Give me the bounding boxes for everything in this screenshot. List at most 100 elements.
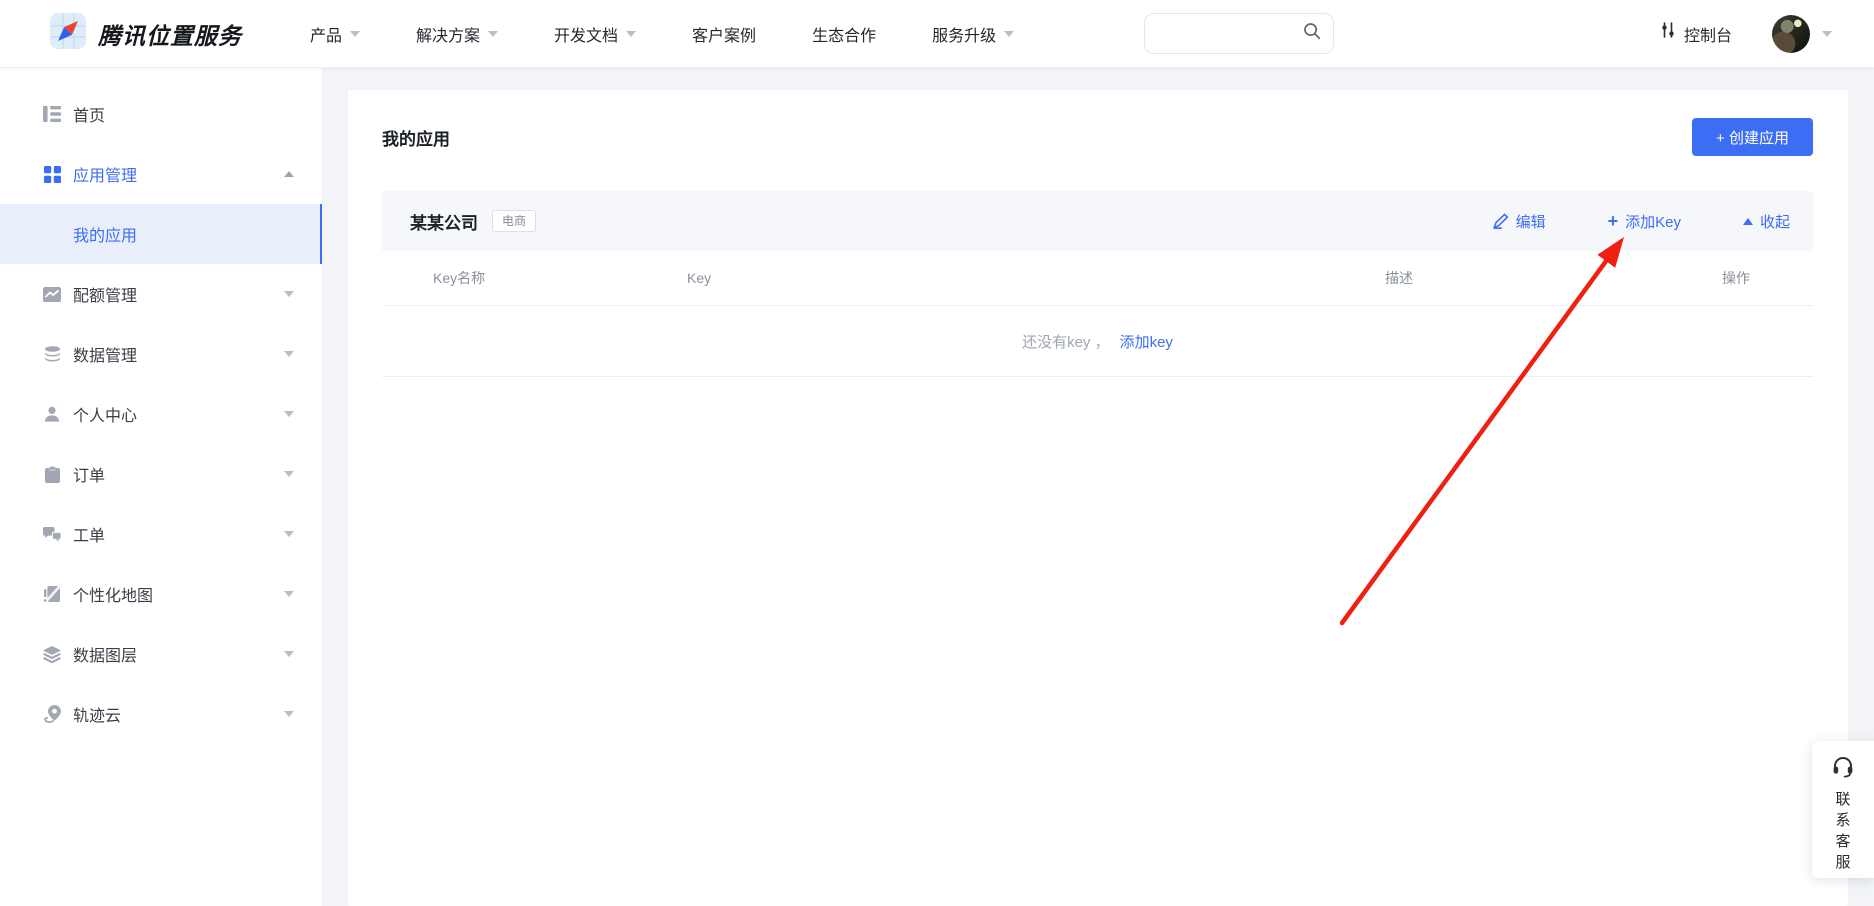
app-card-header: 某某公司 电商 编辑 + 添加Key (382, 191, 1813, 251)
main-content-panel: 我的应用 + 创建应用 某某公司 电商 编辑 + 添加Key (348, 90, 1848, 906)
chevron-down-icon[interactable] (284, 291, 294, 297)
sidebar-item-label: 轨迹云 (73, 702, 121, 726)
brand-title: 腾讯位置服务 (98, 17, 242, 51)
chevron-down-icon[interactable] (284, 531, 294, 537)
sidebar-item-my-apps[interactable]: 我的应用 (0, 204, 322, 264)
ticket-chat-icon (40, 527, 64, 542)
contact-support-tab[interactable]: 联系客服 (1812, 741, 1874, 878)
edit-button[interactable]: 编辑 (1493, 211, 1546, 232)
sidebar-item-label: 配额管理 (73, 282, 137, 306)
chevron-down-icon (350, 31, 360, 37)
nav-item-cases[interactable]: 客户案例 (692, 22, 756, 46)
chevron-down-icon[interactable] (284, 351, 294, 357)
nav-item-upgrade[interactable]: 服务升级 (932, 22, 1014, 46)
sidebar-item-label: 数据图层 (73, 642, 137, 666)
action-label: 添加Key (1625, 211, 1681, 232)
column-header-description: 描述 (1385, 268, 1722, 288)
sidebar-item-label: 我的应用 (73, 222, 137, 246)
top-navbar: 腾讯位置服务 产品 解决方案 开发文档 客户案例 生态合作 服务升级 (0, 0, 1874, 68)
main-nav: 产品 解决方案 开发文档 客户案例 生态合作 服务升级 (310, 22, 1070, 46)
sidebar: 首页 应用管理 我的应用 配额管理 (0, 68, 323, 906)
collapse-button[interactable]: 收起 (1743, 211, 1790, 232)
page-title: 我的应用 (382, 125, 450, 150)
app-grid-icon (40, 166, 64, 183)
chevron-down-icon[interactable] (284, 651, 294, 657)
action-label: 收起 (1760, 211, 1790, 232)
collapse-up-icon (1743, 218, 1753, 225)
sidebar-item-personal-center[interactable]: 个人中心 (0, 384, 322, 444)
sidebar-item-label: 应用管理 (73, 162, 137, 186)
data-layers-icon (40, 646, 64, 663)
chevron-down-icon[interactable] (284, 711, 294, 717)
chevron-down-icon (488, 31, 498, 37)
sidebar-item-label: 工单 (73, 522, 105, 546)
chevron-down-icon[interactable] (284, 591, 294, 597)
nav-item-solutions[interactable]: 解决方案 (416, 22, 498, 46)
brand-logo[interactable]: 腾讯位置服务 (50, 13, 242, 54)
database-icon (40, 346, 64, 363)
create-app-button[interactable]: + 创建应用 (1692, 118, 1813, 156)
quota-chart-icon (40, 287, 64, 302)
nav-label: 服务升级 (932, 22, 996, 46)
add-key-button[interactable]: + 添加Key (1608, 211, 1681, 232)
nav-label: 产品 (310, 22, 342, 46)
navbar-right: 控制台 (1652, 15, 1832, 53)
sidebar-item-track-cloud[interactable]: 轨迹云 (0, 684, 322, 744)
home-list-icon (40, 106, 64, 122)
nav-item-ecosystem[interactable]: 生态合作 (812, 22, 876, 46)
action-label: 编辑 (1516, 211, 1546, 232)
sidebar-item-label: 首页 (73, 102, 105, 126)
custom-map-icon (40, 586, 64, 602)
account-chevron-down-icon[interactable] (1822, 31, 1832, 37)
add-key-link[interactable]: 添加key (1120, 331, 1173, 352)
nav-label: 生态合作 (812, 22, 876, 46)
plus-icon: + (1608, 212, 1619, 230)
nav-label: 解决方案 (416, 22, 480, 46)
sidebar-item-label: 数据管理 (73, 342, 137, 366)
collapse-up-icon[interactable] (284, 171, 294, 177)
search-icon[interactable] (1303, 22, 1321, 45)
app-card-actions: 编辑 + 添加Key 收起 (1431, 211, 1790, 232)
sidebar-item-label: 个人中心 (73, 402, 137, 426)
app-category-tag: 电商 (492, 210, 536, 232)
column-header-key: Key (687, 270, 1385, 286)
chevron-down-icon[interactable] (284, 411, 294, 417)
track-pin-icon (40, 705, 64, 723)
sidebar-item-quota[interactable]: 配额管理 (0, 264, 322, 324)
edit-pencil-icon (1493, 213, 1509, 229)
empty-state-text: 还没有key ， (1022, 331, 1110, 352)
key-table-header: Key名称 Key 描述 操作 (382, 251, 1813, 305)
sidebar-item-data-layers[interactable]: 数据图层 (0, 624, 322, 684)
console-label: 控制台 (1684, 22, 1732, 46)
sidebar-item-label: 个性化地图 (73, 582, 153, 606)
column-header-key-name: Key名称 (433, 268, 687, 288)
sidebar-item-data-management[interactable]: 数据管理 (0, 324, 322, 384)
nav-label: 开发文档 (554, 22, 618, 46)
headset-icon (1831, 754, 1855, 783)
nav-item-docs[interactable]: 开发文档 (554, 22, 636, 46)
sidebar-item-work-orders[interactable]: 工单 (0, 504, 322, 564)
search-input[interactable] (1145, 26, 1303, 42)
sidebar-item-custom-map[interactable]: 个性化地图 (0, 564, 322, 624)
sidebar-item-home[interactable]: 首页 (0, 84, 322, 144)
app-name: 某某公司 (410, 209, 478, 234)
chevron-down-icon (1004, 31, 1014, 37)
console-sliders-icon (1660, 22, 1676, 45)
empty-key-row: 还没有key ， 添加key (382, 305, 1813, 377)
user-avatar[interactable] (1772, 15, 1810, 53)
nav-item-products[interactable]: 产品 (310, 22, 360, 46)
column-header-actions: 操作 (1722, 268, 1750, 288)
user-icon (40, 406, 64, 422)
page-header: 我的应用 + 创建应用 (348, 90, 1848, 156)
nav-label: 客户案例 (692, 22, 756, 46)
sidebar-item-orders[interactable]: 订单 (0, 444, 322, 504)
sidebar-item-app-management[interactable]: 应用管理 (0, 144, 322, 204)
order-clipboard-icon (40, 466, 64, 483)
chevron-down-icon[interactable] (284, 471, 294, 477)
app-card: 某某公司 电商 编辑 + 添加Key (382, 191, 1813, 377)
sidebar-item-label: 订单 (73, 462, 105, 486)
search-box (1144, 13, 1334, 54)
contact-support-label: 联系客服 (1835, 789, 1852, 873)
chevron-down-icon (626, 31, 636, 37)
console-link[interactable]: 控制台 (1652, 22, 1732, 46)
